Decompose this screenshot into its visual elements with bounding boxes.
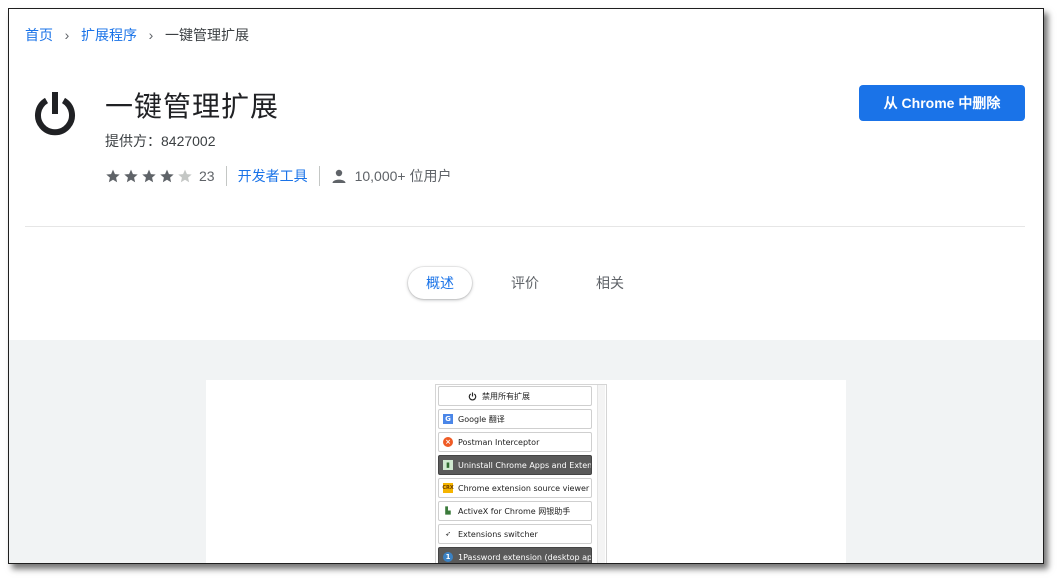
popup-item-highlighted: 1 1Password extension (desktop app — [438, 547, 592, 563]
popup-scrollbar — [597, 385, 605, 563]
store-page: 首页 › 扩展程序 › 一键管理扩展 一键管理扩展 提供方：8427002 23… — [8, 8, 1044, 564]
popup-item: G Google 翻译 — [438, 409, 592, 429]
1password-icon: 1 — [443, 552, 453, 562]
chevron-right-icon: › — [64, 27, 70, 43]
tab-related[interactable]: 相关 — [596, 267, 624, 299]
star-filled-icon — [160, 169, 174, 183]
category-link[interactable]: 开发者工具 — [238, 166, 308, 186]
breadcrumb-home-link[interactable]: 首页 — [25, 25, 53, 45]
popup-item: × Postman Interceptor — [438, 432, 592, 452]
popup-item: ➶ Extensions switcher — [438, 524, 592, 544]
rating-count[interactable]: 23 — [199, 168, 215, 184]
star-filled-icon — [142, 169, 156, 183]
screenshot-image[interactable]: 禁用所有扩展 G Google 翻译 × Postman Interceptor… — [206, 380, 846, 563]
crx-icon: CRX — [442, 483, 454, 493]
popup-item: ▙ ActiveX for Chrome 网银助手 — [438, 501, 592, 521]
tab-bar: 概述 评价 相关 — [9, 267, 1043, 301]
tab-overview[interactable]: 概述 — [408, 267, 472, 299]
rating-stars[interactable] — [105, 168, 195, 184]
extension-meta: 23 开发者工具 10,000+ 位用户 — [105, 165, 451, 187]
translate-icon: G — [443, 414, 453, 424]
power-icon — [467, 391, 477, 401]
user-count: 10,000+ 位用户 — [354, 168, 452, 184]
user-icon — [332, 169, 346, 183]
star-empty-icon — [178, 169, 192, 183]
chevron-right-icon: › — [148, 27, 154, 43]
star-filled-icon — [106, 169, 120, 183]
extension-provider: 提供方：8427002 — [105, 133, 216, 149]
popup-item-disable-all: 禁用所有扩展 — [438, 386, 592, 406]
popup-item: CRX Chrome extension source viewer — [438, 478, 592, 498]
breadcrumb-current: 一键管理扩展 — [165, 27, 249, 43]
postman-icon: × — [443, 437, 453, 447]
tab-reviews[interactable]: 评价 — [511, 267, 539, 299]
extension-popup-preview: 禁用所有扩展 G Google 翻译 × Postman Interceptor… — [435, 384, 607, 563]
breadcrumb-extensions-link[interactable]: 扩展程序 — [81, 25, 137, 45]
remove-from-chrome-button[interactable]: 从 Chrome 中删除 — [859, 85, 1025, 121]
power-icon — [35, 92, 75, 136]
breadcrumb: 首页 › 扩展程序 › 一键管理扩展 — [25, 25, 249, 45]
popup-item-highlighted: ▮ Uninstall Chrome Apps and Extensions — [438, 455, 592, 475]
divider — [318, 166, 320, 186]
extension-title: 一键管理扩展 — [105, 90, 280, 123]
section-divider — [25, 226, 1025, 227]
divider — [225, 166, 227, 186]
activex-icon: ▙ — [445, 507, 451, 515]
rocket-icon: ➶ — [445, 530, 451, 538]
screenshot-gallery: 禁用所有扩展 G Google 翻译 × Postman Interceptor… — [9, 340, 1043, 563]
star-filled-icon — [124, 169, 138, 183]
trash-icon: ▮ — [443, 460, 453, 470]
